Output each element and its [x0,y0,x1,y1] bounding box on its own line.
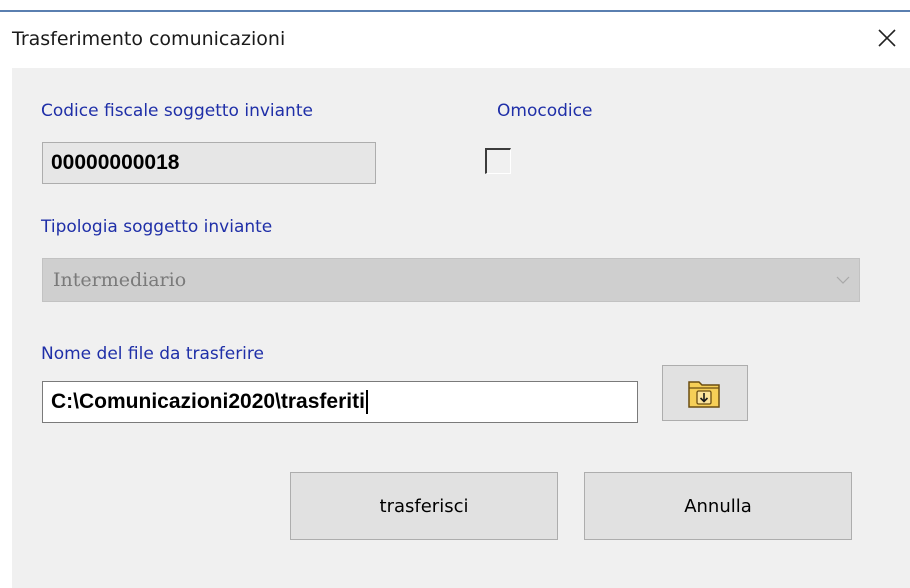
transfer-button[interactable]: trasferisci [290,472,558,540]
tipologia-select[interactable]: Intermediario [42,258,860,302]
tipologia-label: Tipologia soggetto inviante [41,217,273,237]
omocodice-label: Omocodice [497,101,593,121]
window-title: Trasferimento comunicazioni [12,28,286,50]
nome-file-label: Nome del file da trasferire [41,344,264,364]
title-bar[interactable]: Trasferimento comunicazioni [0,12,910,68]
folder-open-icon [688,381,720,408]
browse-button[interactable] [662,365,748,421]
file-path-input[interactable]: C:\Comunicazioni2020\trasferiti [42,381,638,423]
text-caret [365,390,368,414]
omocodice-checkbox[interactable] [485,148,511,174]
transfer-dialog: Trasferimento comunicazioni Codice fisca… [0,0,910,588]
codice-fiscale-label: Codice fiscale soggetto inviante [41,101,313,121]
tipologia-selected-value: Intermediario [53,269,187,291]
chevron-down-icon [827,259,859,301]
cancel-button[interactable]: Annulla [584,472,852,540]
close-button[interactable] [870,20,904,56]
close-icon [878,29,896,47]
dialog-body: Codice fiscale soggetto inviante 0000000… [12,68,910,588]
file-path-value: C:\Comunicazioni2020\trasferiti [51,390,365,413]
codice-fiscale-field[interactable]: 00000000018 [42,142,376,184]
